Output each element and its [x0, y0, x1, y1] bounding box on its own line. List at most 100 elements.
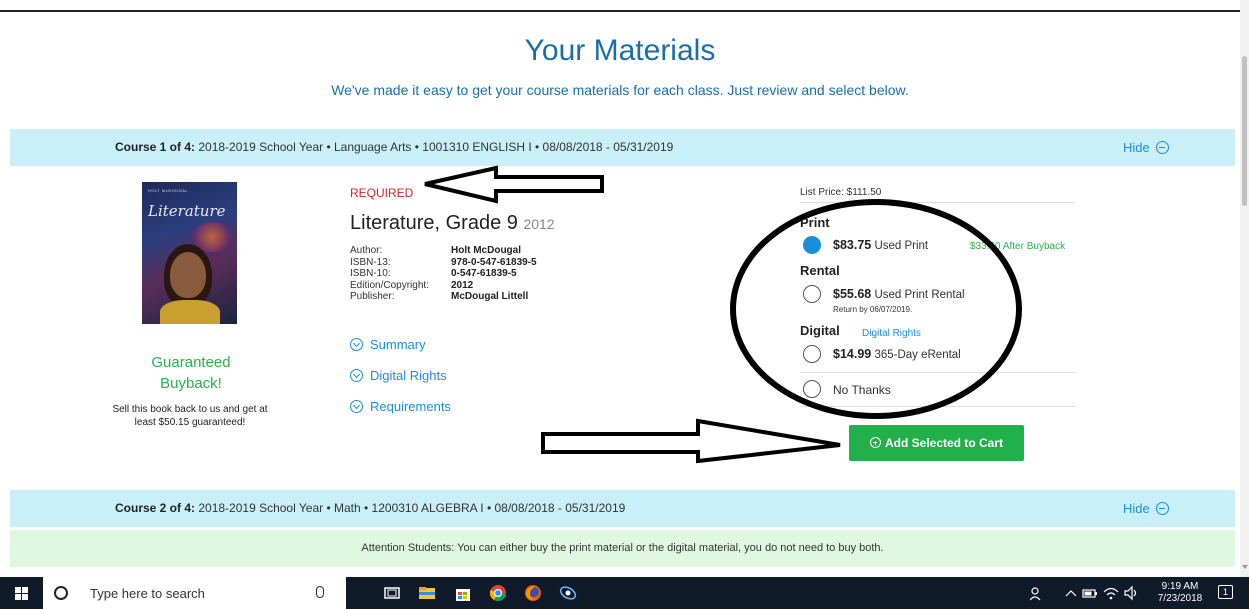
attention-notice: Attention Students: You can either buy t… [10, 530, 1235, 567]
course-1-info: 2018-2019 School Year • Language Arts • … [198, 140, 674, 154]
requirements-toggle[interactable]: Requirements [350, 399, 451, 414]
book-title: Literature, Grade 9 2012 [350, 212, 555, 235]
file-explorer-icon[interactable] [418, 584, 436, 602]
cover-art-shirt [160, 300, 220, 324]
summary-label: Summary [370, 337, 426, 352]
hide-label: Hide [1123, 501, 1150, 516]
digital-rights-label: Digital Rights [370, 368, 447, 383]
start-tile [22, 587, 28, 593]
notification-count: 1 [1223, 587, 1229, 597]
detail-row: Publisher: McDougal Littell [350, 291, 537, 303]
taskbar-search-box[interactable]: Type here to search [43, 577, 346, 609]
detail-label: Edition/Copyright: [350, 279, 429, 291]
hide-label: Hide [1123, 140, 1150, 155]
digital-heading: Digital [800, 323, 840, 338]
left-arrow-annotation [424, 165, 604, 204]
book-title-text: Literature, Grade 9 [350, 212, 518, 234]
rental-option-label[interactable]: $55.68 Used Print Rental [833, 287, 965, 301]
digital-price: $14.99 [833, 347, 872, 361]
rental-radio[interactable] [803, 285, 821, 303]
detail-row: ISBN-13: 978-0-547-61839-5 [350, 257, 537, 269]
plus-circle-icon [869, 437, 881, 448]
chrome-icon[interactable] [489, 584, 507, 602]
scrollbar-thumb[interactable] [1242, 56, 1247, 206]
course-1-hide-button[interactable]: Hide [1123, 129, 1170, 166]
add-selected-to-cart-button[interactable]: Add Selected to Cart [849, 425, 1024, 461]
scroll-down-icon[interactable] [1242, 565, 1248, 569]
detail-row: Edition/Copyright: 2012 [350, 280, 537, 292]
book-year: 2012 [523, 216, 555, 232]
no-thanks-radio[interactable] [803, 380, 821, 398]
firefox-icon[interactable] [524, 584, 542, 602]
detail-value: McDougal Littell [451, 291, 529, 302]
app-icon[interactable] [559, 584, 577, 602]
task-view-icon[interactable] [383, 584, 401, 602]
wifi-icon[interactable] [1103, 584, 1119, 602]
digital-option-label[interactable]: $14.99 365-Day eRental [833, 347, 961, 361]
buyback-text: Sell this book back to us and get at lea… [112, 404, 268, 428]
course-1-bar: Course 1 of 4: 2018-2019 School Year • L… [10, 129, 1235, 166]
page-title: Your Materials [524, 34, 716, 67]
taskbar-clock[interactable]: 9:19 AM 7/23/2018 [1155, 581, 1205, 605]
cover-publisher: HOLT McDOUGAL [148, 188, 189, 193]
chevron-down-circle-icon [350, 338, 363, 351]
detail-value: 0-547-61839-5 [451, 268, 517, 279]
add-to-cart-label: Add Selected to Cart [884, 436, 1004, 450]
course-1-label: Course 1 of 4: [115, 140, 196, 154]
start-tile [22, 594, 28, 600]
course-1-text: Course 1 of 4: 2018-2019 School Year • L… [115, 129, 673, 166]
search-placeholder: Type here to search [90, 586, 205, 601]
cover-art-face [170, 252, 206, 298]
top-border [0, 10, 1240, 12]
chevron-down-circle-icon [350, 400, 363, 413]
course-2-info: 2018-2019 School Year • Math • 1200310 A… [198, 501, 626, 515]
print-radio[interactable] [803, 236, 821, 254]
print-type: Used Print [874, 240, 929, 252]
page: Your Materials We've made it easy to get… [0, 0, 1249, 609]
list-price: List Price: $111.50 [800, 187, 882, 198]
people-icon[interactable] [1030, 584, 1044, 602]
cortana-icon [54, 586, 68, 600]
book-cover-image[interactable]: HOLT McDOUGAL Literature [142, 182, 237, 324]
required-label: REQUIRED [350, 186, 414, 200]
digital-radio[interactable] [803, 345, 821, 363]
start-tile [15, 594, 21, 600]
course-2-bar: Course 2 of 4: 2018-2019 School Year • M… [10, 490, 1235, 527]
battery-icon[interactable] [1082, 584, 1098, 602]
requirements-label: Requirements [370, 399, 451, 414]
course-2-hide-button[interactable]: Hide [1123, 490, 1170, 527]
clock-date: 7/23/2018 [1157, 593, 1203, 604]
book-details: Author: Holt McDougal ISBN-13: 978-0-547-6… [350, 245, 537, 303]
windows-start-icon[interactable] [15, 587, 29, 600]
store-icon[interactable] [454, 584, 472, 602]
rental-heading: Rental [800, 263, 840, 278]
detail-value: 978-0-547-61839-5 [451, 256, 537, 268]
buyback-title: Guaranteed Buyback! [151, 354, 231, 392]
detail-label: ISBN-10: [350, 268, 391, 279]
digital-rights-toggle[interactable]: Digital Rights [350, 368, 447, 383]
microphone-icon[interactable] [316, 586, 324, 598]
page-subtitle: We've made it easy to get your course ma… [331, 82, 909, 98]
no-thanks-label[interactable]: No Thanks [833, 383, 891, 397]
rental-type: Used Print Rental [874, 289, 965, 301]
print-price: $83.75 [833, 238, 872, 252]
action-center-icon[interactable]: 1 [1218, 585, 1233, 599]
detail-label: Author: [350, 245, 383, 256]
page-scrollbar[interactable] [1240, 0, 1249, 577]
detail-value: Holt McDougal [451, 245, 521, 256]
detail-label: ISBN-13: [350, 256, 391, 268]
volume-icon[interactable] [1123, 584, 1139, 602]
print-option-label[interactable]: $83.75 Used Print [833, 238, 928, 252]
chevron-up-icon[interactable] [1065, 584, 1077, 602]
rental-return-note: Return by 06/07/2019. [833, 305, 913, 314]
right-arrow-annotation [541, 418, 841, 464]
detail-value: 2012 [451, 279, 474, 291]
digital-type: 365-Day eRental [874, 349, 961, 361]
collapse-circle-icon [1156, 141, 1170, 154]
chevron-down-circle-icon [350, 369, 363, 382]
clock-time: 9:19 AM [1161, 581, 1199, 592]
divider [800, 202, 1075, 203]
digital-rights-link[interactable]: Digital Rights [862, 328, 921, 339]
summary-toggle[interactable]: Summary [350, 337, 426, 352]
divider [800, 406, 1075, 407]
